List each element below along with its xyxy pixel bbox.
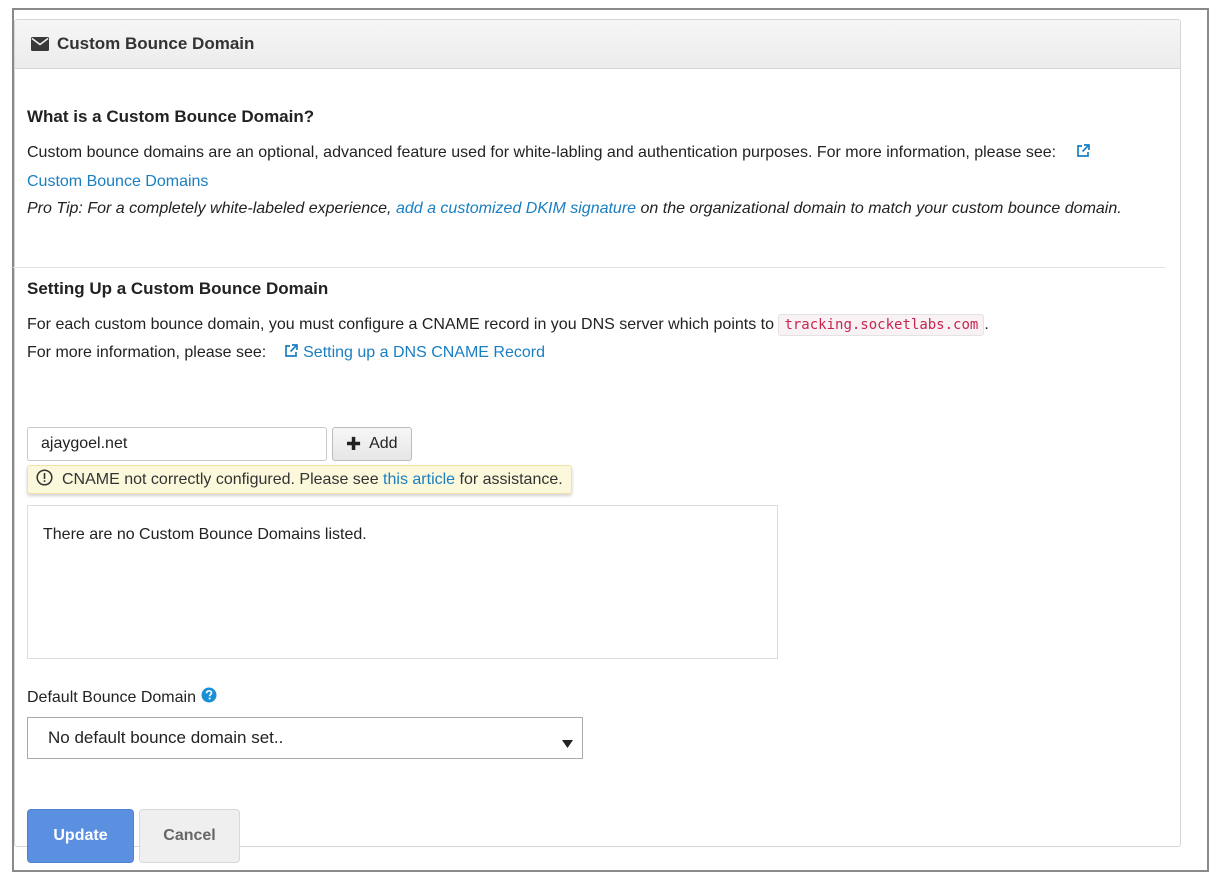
plus-icon: ✚	[346, 433, 362, 454]
envelope-icon	[31, 37, 49, 51]
add-domain-button[interactable]: ✚ Add	[332, 427, 412, 461]
custom-bounce-domain-panel: Custom Bounce Domain What is a Custom Bo…	[13, 19, 1181, 863]
domain-list: There are no Custom Bounce Domains liste…	[27, 505, 778, 659]
dkim-signature-link[interactable]: add a customized DKIM signature	[396, 200, 636, 217]
external-link-icon[interactable]	[1075, 141, 1091, 168]
cname-target: tracking.socketlabs.com	[778, 314, 985, 336]
setup-heading: Setting Up a Custom Bounce Domain	[27, 279, 329, 298]
dns-cname-record-link[interactable]: Setting up a DNS CNAME Record	[303, 344, 545, 361]
default-bounce-domain-select[interactable]: No default bounce domain set..	[27, 717, 583, 759]
setup-more-info: For more information, please see: Settin…	[27, 339, 1166, 368]
default-bounce-domain-label: Default Bounce Domain	[27, 687, 217, 708]
form-actions: Update Cancel	[27, 809, 240, 863]
pro-tip: Pro Tip: For a completely white-labeled …	[27, 200, 1122, 217]
exclamation-circle-icon	[36, 468, 53, 491]
custom-bounce-domains-link[interactable]: Custom Bounce Domains	[27, 173, 208, 190]
intro-section: What is a Custom Bounce Domain? Custom b…	[27, 107, 1166, 222]
setup-instruction: For each custom bounce domain, you must …	[27, 311, 1166, 339]
this-article-link[interactable]: this article	[383, 471, 455, 489]
caret-down-icon	[562, 733, 573, 753]
cname-warning: CNAME not correctly configured. Please s…	[27, 465, 572, 494]
update-button[interactable]: Update	[27, 809, 134, 863]
intro-heading: What is a Custom Bounce Domain?	[27, 107, 315, 126]
add-domain-row: ✚ Add	[27, 427, 412, 461]
question-circle-icon[interactable]	[201, 687, 217, 708]
external-link-icon[interactable]	[283, 341, 299, 368]
panel-title: Custom Bounce Domain	[57, 34, 255, 53]
empty-list-message: There are no Custom Bounce Domains liste…	[43, 526, 367, 543]
domain-input[interactable]	[27, 427, 327, 461]
panel-header: Custom Bounce Domain	[15, 20, 1180, 69]
cancel-button[interactable]: Cancel	[139, 809, 240, 863]
setup-section: Setting Up a Custom Bounce Domain For ea…	[27, 279, 1166, 368]
intro-description: Custom bounce domains are an optional, a…	[27, 139, 1166, 195]
section-divider	[13, 267, 1166, 268]
